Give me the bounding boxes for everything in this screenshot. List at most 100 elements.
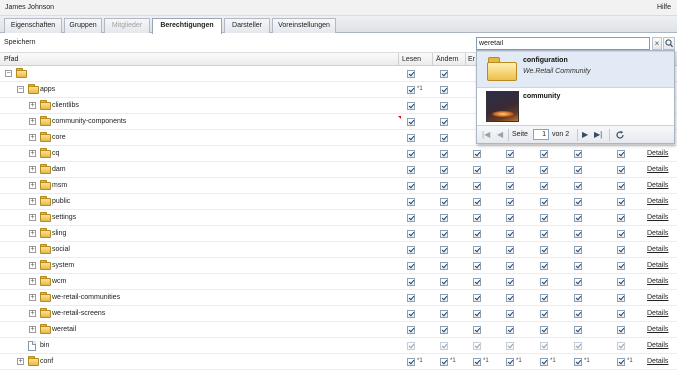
expand-icon[interactable]: + <box>29 230 36 237</box>
permission-checkbox[interactable] <box>617 246 625 254</box>
details-link[interactable]: Details <box>647 214 668 221</box>
permission-checkbox[interactable] <box>617 182 625 190</box>
path-label[interactable]: settings <box>52 214 76 221</box>
permission-checkbox[interactable] <box>473 182 481 190</box>
details-link[interactable]: Details <box>647 358 668 365</box>
expand-icon[interactable]: + <box>29 166 36 173</box>
permission-checkbox[interactable] <box>440 214 448 222</box>
tab-eigenschaften[interactable]: Eigenschaften <box>4 18 62 33</box>
permission-checkbox[interactable] <box>617 294 625 302</box>
permission-checkbox[interactable] <box>440 182 448 190</box>
permission-checkbox[interactable] <box>617 166 625 174</box>
path-label[interactable]: wcm <box>52 278 66 285</box>
permission-checkbox[interactable] <box>473 326 481 334</box>
expand-icon[interactable]: + <box>29 198 36 205</box>
path-label[interactable]: cq <box>52 150 59 157</box>
permission-checkbox[interactable] <box>440 294 448 302</box>
details-link[interactable]: Details <box>647 198 668 205</box>
permission-checkbox[interactable] <box>473 310 481 318</box>
details-link[interactable]: Details <box>647 262 668 269</box>
expand-icon[interactable]: + <box>29 214 36 221</box>
permission-checkbox[interactable] <box>407 326 415 334</box>
permission-checkbox[interactable] <box>506 262 514 270</box>
permission-checkbox[interactable] <box>506 358 514 366</box>
tab-darsteller[interactable]: Darsteller <box>224 18 270 33</box>
permission-checkbox[interactable] <box>473 150 481 158</box>
column-modify[interactable]: Ändern <box>436 56 459 63</box>
permission-checkbox[interactable] <box>574 278 582 286</box>
path-label[interactable]: core <box>52 134 66 141</box>
expand-icon[interactable]: + <box>29 182 36 189</box>
permission-checkbox[interactable] <box>617 262 625 270</box>
permission-checkbox[interactable] <box>617 358 625 366</box>
permission-checkbox[interactable] <box>506 326 514 334</box>
permission-checkbox[interactable] <box>440 198 448 206</box>
permission-checkbox[interactable] <box>440 150 448 158</box>
tree-row[interactable]: + wcm Details <box>0 274 677 290</box>
permission-checkbox[interactable] <box>407 294 415 302</box>
permission-checkbox[interactable] <box>440 102 448 110</box>
permission-checkbox[interactable] <box>407 310 415 318</box>
permission-checkbox[interactable] <box>617 230 625 238</box>
refresh-icon[interactable] <box>615 130 625 140</box>
save-button[interactable]: Speichern <box>4 39 36 46</box>
path-label[interactable]: sling <box>52 230 66 237</box>
permission-checkbox[interactable] <box>506 182 514 190</box>
permission-checkbox[interactable] <box>506 294 514 302</box>
permission-checkbox[interactable] <box>407 150 415 158</box>
column-read[interactable]: Lesen <box>402 56 421 63</box>
path-label[interactable]: apps <box>40 86 55 93</box>
clear-search-button[interactable]: × <box>652 37 662 50</box>
permission-checkbox[interactable] <box>617 214 625 222</box>
expand-icon[interactable]: + <box>29 246 36 253</box>
permission-checkbox[interactable] <box>540 166 548 174</box>
permission-checkbox[interactable] <box>440 118 448 126</box>
permission-checkbox[interactable] <box>473 214 481 222</box>
permission-checkbox[interactable] <box>506 150 514 158</box>
permission-checkbox[interactable] <box>574 294 582 302</box>
permission-checkbox[interactable] <box>440 278 448 286</box>
permission-checkbox[interactable] <box>574 166 582 174</box>
search-result-configuration[interactable]: configuration We.Retail Community <box>477 51 674 88</box>
permission-checkbox[interactable] <box>617 310 625 318</box>
permission-checkbox[interactable] <box>407 166 415 174</box>
permission-checkbox[interactable] <box>574 198 582 206</box>
path-label[interactable]: msm <box>52 182 67 189</box>
permission-checkbox[interactable] <box>407 358 415 366</box>
permission-checkbox[interactable] <box>473 230 481 238</box>
expand-icon[interactable]: + <box>29 310 36 317</box>
path-label[interactable]: we-retail-communities <box>52 294 120 301</box>
permission-checkbox[interactable] <box>407 262 415 270</box>
expand-icon[interactable]: + <box>29 134 36 141</box>
details-link[interactable]: Details <box>647 278 668 285</box>
permission-checkbox[interactable] <box>506 246 514 254</box>
tab-berechtigungen[interactable]: Berechtigungen <box>152 18 222 34</box>
permission-checkbox[interactable] <box>506 166 514 174</box>
user-name[interactable]: James Johnson <box>5 4 54 11</box>
details-link[interactable]: Details <box>647 166 668 173</box>
permission-checkbox[interactable] <box>407 230 415 238</box>
permission-checkbox[interactable] <box>440 230 448 238</box>
permission-checkbox[interactable] <box>440 70 448 78</box>
permission-checkbox[interactable] <box>617 326 625 334</box>
permission-checkbox[interactable] <box>473 278 481 286</box>
permission-checkbox[interactable] <box>540 326 548 334</box>
expand-icon[interactable]: + <box>29 278 36 285</box>
permission-checkbox[interactable] <box>440 358 448 366</box>
column-path[interactable]: Pfad <box>4 56 18 63</box>
details-link[interactable]: Details <box>647 310 668 317</box>
tree-row[interactable]: + cq Details <box>0 146 677 162</box>
expand-icon[interactable]: + <box>29 262 36 269</box>
permission-checkbox[interactable] <box>407 214 415 222</box>
help-link[interactable]: Hilfe <box>657 4 671 11</box>
path-label[interactable]: public <box>52 198 70 205</box>
permission-checkbox[interactable] <box>407 70 415 78</box>
expand-icon[interactable]: + <box>29 326 36 333</box>
details-link[interactable]: Details <box>647 326 668 333</box>
tree-row[interactable]: + public Details <box>0 194 677 210</box>
permission-checkbox[interactable] <box>574 246 582 254</box>
tree-row[interactable]: + conf *1 *1 *1 *1 *1 *1 *1 Details <box>0 354 677 370</box>
tree-row[interactable]: + dam Details <box>0 162 677 178</box>
permission-checkbox[interactable] <box>440 246 448 254</box>
permission-checkbox[interactable] <box>574 262 582 270</box>
